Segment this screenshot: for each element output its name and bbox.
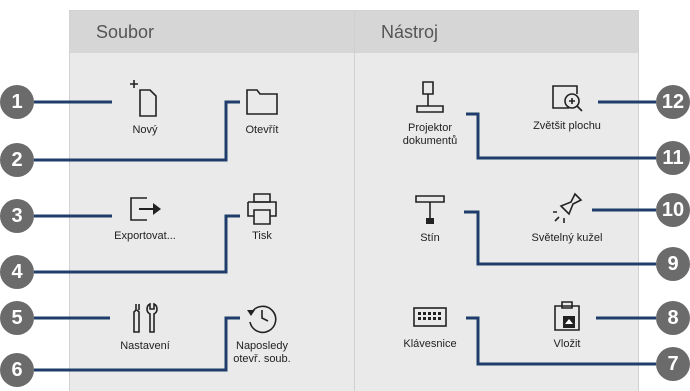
tools-icon — [133, 302, 158, 333]
recent-files-label: Naposledy otevř. soub. — [207, 340, 317, 366]
new-file-icon — [130, 80, 157, 117]
printer-icon — [247, 193, 277, 225]
folder-icon — [246, 89, 278, 115]
history-clock-icon — [247, 305, 277, 334]
print-button[interactable]: Tisk — [207, 190, 317, 243]
export-button[interactable]: Exportovat... — [90, 192, 200, 243]
paste-label: Vložit — [553, 338, 581, 350]
open-button[interactable]: Otevřít — [207, 76, 317, 137]
spotlight-label: Světelný kužel — [531, 232, 603, 244]
settings-label: Nastavení — [120, 340, 170, 352]
callout-badge-7: 7 — [656, 347, 690, 381]
spotlight-icon — [553, 192, 583, 223]
callout-badge-4: 4 — [0, 255, 34, 289]
spotlight-button[interactable]: Světelný kužel — [512, 190, 622, 245]
zoom-area-button[interactable]: Zvětšit plochu — [512, 80, 622, 133]
new-label: Nový — [132, 124, 158, 136]
document-camera-label: Projektor dokumentů — [375, 122, 485, 148]
callout-badge-1: 1 — [0, 85, 34, 119]
callout-badge-5: 5 — [0, 301, 34, 335]
zoom-area-label: Zvětšit plochu — [533, 120, 601, 132]
new-button[interactable]: Nový — [90, 76, 200, 137]
recent-files-label-line1: Naposledy — [236, 340, 288, 352]
print-label: Tisk — [252, 230, 272, 242]
callout-badge-6: 6 — [0, 353, 34, 387]
settings-button[interactable]: Nastavení — [90, 300, 200, 353]
shade-icon — [415, 195, 445, 224]
recent-files-button[interactable]: Naposledy otevř. soub. — [207, 300, 317, 366]
paste-clipboard-icon — [554, 301, 580, 331]
export-icon — [130, 197, 161, 221]
keyboard-button[interactable]: Klávesnice — [375, 300, 485, 351]
callout-badge-11: 11 — [656, 141, 690, 175]
callout-badge-2: 2 — [0, 143, 34, 177]
callout-badge-9: 9 — [656, 247, 690, 281]
document-camera-label-line2: dokumentů — [402, 135, 458, 147]
callout-badge-12: 12 — [656, 85, 690, 119]
recent-files-label-line2: otevř. soub. — [233, 353, 291, 365]
shade-button[interactable]: Stín — [375, 190, 485, 245]
callout-badge-3: 3 — [0, 199, 34, 233]
document-camera-button[interactable]: Projektor dokumentů — [375, 78, 485, 148]
open-label: Otevřít — [245, 124, 279, 136]
callout-badge-10: 10 — [656, 193, 690, 227]
export-label: Exportovat... — [114, 230, 176, 242]
callout-badge-8: 8 — [656, 301, 690, 335]
keyboard-label: Klávesnice — [403, 338, 457, 350]
document-camera-icon — [416, 81, 444, 113]
shade-label: Stín — [420, 232, 440, 244]
document-camera-label-line1: Projektor — [407, 122, 453, 134]
keyboard-icon — [413, 307, 447, 327]
paste-button[interactable]: Vložit — [512, 298, 622, 351]
zoom-in-icon — [552, 85, 583, 112]
